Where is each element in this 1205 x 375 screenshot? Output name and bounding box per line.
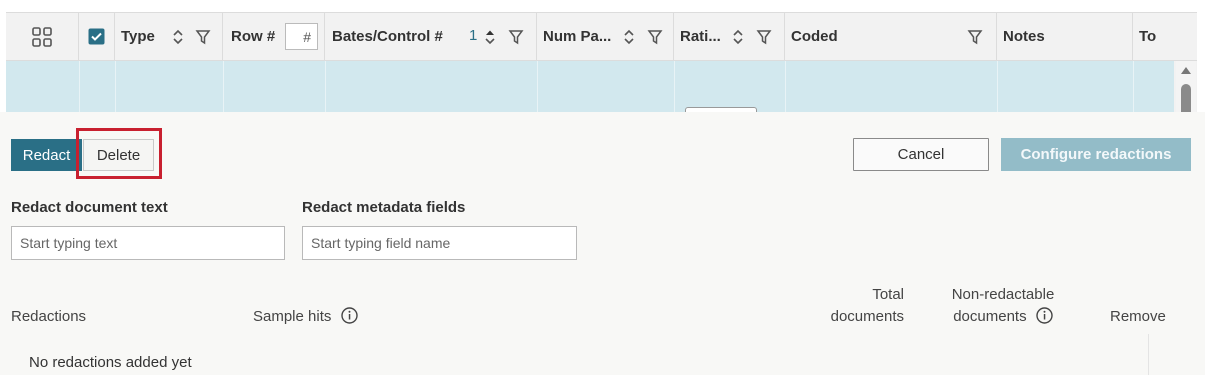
column-chooser-icon[interactable]	[32, 26, 52, 47]
column-header-to[interactable]: To	[1133, 13, 1181, 60]
filter-icon[interactable]	[508, 27, 524, 47]
column-label: Bates/Control #	[332, 28, 443, 45]
redaction-panel: Redact Delete Cancel Configure redaction…	[0, 112, 1205, 375]
redact-tab-button[interactable]: Redact	[11, 139, 82, 171]
sample-hits-column-header: Sample hits	[253, 306, 358, 328]
empty-redactions-message: No redactions added yet	[29, 354, 192, 371]
total-documents-label-line2: documents	[830, 308, 904, 325]
filter-icon[interactable]	[967, 27, 983, 47]
column-label: Coded	[791, 28, 838, 45]
cancel-button[interactable]: Cancel	[853, 138, 989, 171]
column-label: Row #	[231, 28, 276, 45]
column-label: Rati...	[680, 28, 721, 45]
column-header-coded[interactable]: Coded	[785, 13, 997, 60]
sort-icon[interactable]	[730, 27, 746, 47]
column-chooser-cell[interactable]	[6, 13, 79, 60]
info-icon[interactable]	[340, 307, 358, 324]
redact-metadata-fields-label: Redact metadata fields	[302, 199, 466, 216]
redact-document-text-label: Redact document text	[11, 199, 168, 216]
document-grid: Type Row # # Bates/Control # 1 Num Pa...…	[0, 0, 1205, 113]
info-icon[interactable]	[1036, 307, 1053, 324]
remove-column-header: Remove	[1110, 308, 1166, 325]
redactions-column-header: Redactions	[11, 308, 87, 325]
grid-header: Type Row # # Bates/Control # 1 Num Pa...…	[6, 12, 1197, 61]
sample-hits-label: Sample hits	[253, 308, 332, 325]
app-root: Type Row # # Bates/Control # 1 Num Pa...…	[0, 0, 1205, 375]
redact-document-text-input[interactable]	[11, 226, 285, 260]
column-header-rating[interactable]: Rati...	[674, 13, 785, 60]
redact-metadata-fields-input[interactable]	[302, 226, 577, 260]
non-redactable-label-line2: documents	[953, 308, 1027, 325]
column-label: Notes	[1003, 28, 1045, 45]
table-divider	[1148, 334, 1149, 375]
total-documents-label-line1: Total	[872, 286, 904, 303]
delete-highlight-box	[76, 128, 162, 179]
select-all-cell[interactable]	[79, 13, 115, 60]
non-redactable-label-line1: Non-redactable	[951, 286, 1055, 303]
column-header-type[interactable]: Type	[115, 13, 223, 60]
column-header-notes[interactable]: Notes	[997, 13, 1133, 60]
column-header-row-number[interactable]: Row # #	[223, 13, 325, 60]
filter-icon[interactable]	[195, 27, 211, 47]
column-label: Type	[121, 28, 155, 45]
column-label: Num Pa...	[543, 28, 612, 45]
row-number-input[interactable]: #	[285, 23, 318, 50]
column-label: To	[1139, 28, 1157, 45]
select-all-checkbox[interactable]	[88, 28, 105, 45]
total-documents-column-header: Total documents	[804, 284, 904, 328]
sort-icon[interactable]	[170, 27, 186, 47]
column-header-num-pages[interactable]: Num Pa...	[537, 13, 674, 60]
table-row[interactable]	[6, 61, 1174, 112]
sort-icon[interactable]	[621, 27, 637, 47]
scrollbar-thumb[interactable]	[1181, 84, 1191, 112]
configure-redactions-button[interactable]: Configure redactions	[1001, 138, 1191, 171]
non-redactable-documents-column-header: Non-redactable documents	[938, 284, 1068, 328]
sort-ascending-icon[interactable]	[482, 27, 498, 47]
column-header-bates[interactable]: Bates/Control # 1	[325, 13, 537, 60]
scroll-up-arrow-icon[interactable]	[1181, 67, 1191, 74]
filter-icon[interactable]	[647, 27, 663, 47]
sort-index-badge: 1	[469, 27, 478, 44]
filter-icon[interactable]	[756, 27, 772, 47]
